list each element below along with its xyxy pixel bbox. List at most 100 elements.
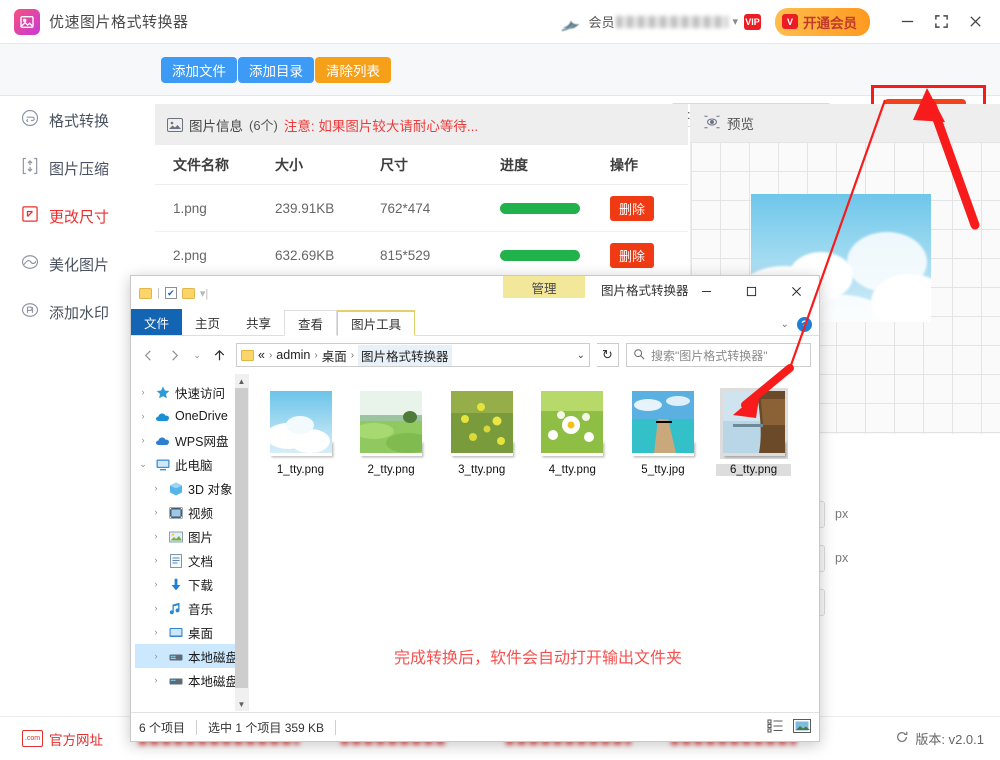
sidebar-item-compress[interactable]: 图片压缩	[0, 144, 150, 192]
tree-item-music[interactable]: › 音乐	[135, 596, 248, 620]
tree-item-downloads[interactable]: › 下载	[135, 572, 248, 596]
tab-view[interactable]: 查看	[284, 310, 337, 336]
app-toolbar: 添加文件 添加目录 清除列表 输出目录: 自定义 C:\Users\admin\…	[0, 44, 1000, 96]
table-row[interactable]: 2.png 632.69KB 815*529 删除	[155, 232, 688, 279]
list-item[interactable]: 3_tty.png	[444, 388, 519, 476]
documents-icon	[168, 553, 184, 568]
chevron-down-icon[interactable]: ▾	[732, 15, 738, 28]
expand-chevron-icon[interactable]: ›	[148, 651, 164, 661]
contextual-tab-manage[interactable]: 管理	[503, 276, 585, 298]
expand-chevron-icon[interactable]: ›	[148, 675, 164, 685]
expand-chevron-icon[interactable]: ›	[148, 579, 164, 589]
search-input[interactable]: 搜索"图片格式转换器"	[626, 343, 811, 367]
file-list-header: 图片信息 (6个) 注意: 如果图片较大请耐心等待...	[155, 104, 688, 145]
scroll-up-icon[interactable]: ▲	[235, 374, 248, 388]
table-row[interactable]: 1.png 239.91KB 762*474 删除	[155, 185, 688, 232]
height-unit: px	[835, 551, 848, 565]
folder-icon[interactable]	[182, 288, 195, 299]
expand-chevron-icon[interactable]: ›	[148, 531, 164, 541]
tree-item-this-pc[interactable]: ⌄ 此电脑	[135, 452, 248, 476]
tab-picture-tools[interactable]: 图片工具	[337, 310, 415, 336]
maximize-icon[interactable]	[729, 276, 774, 306]
close-icon[interactable]	[774, 276, 819, 306]
expand-chevron-icon[interactable]: ›	[135, 435, 151, 445]
tab-share[interactable]: 共享	[233, 309, 284, 335]
list-item[interactable]: 5_tty.jpg	[626, 388, 701, 476]
checkbox-icon[interactable]: ✔	[165, 287, 177, 299]
expand-chevron-icon[interactable]: ›	[148, 627, 164, 637]
large-icons-view-icon[interactable]	[793, 719, 811, 736]
refresh-icon[interactable]: ↻	[597, 343, 619, 367]
tree-label: 音乐	[188, 599, 213, 618]
folder-icon[interactable]	[139, 288, 152, 299]
image-info-icon	[167, 118, 183, 132]
breadcrumb-desktop[interactable]: 桌面	[322, 346, 347, 365]
sidebar-item-watermark[interactable]: 添加水印	[0, 288, 150, 336]
delete-button[interactable]: 删除	[610, 243, 654, 268]
clear-list-button[interactable]: 清除列表	[315, 57, 391, 83]
breadcrumb-current[interactable]: 图片格式转换器	[358, 345, 452, 366]
back-arrow-icon[interactable]	[139, 343, 158, 367]
nav-scrollbar[interactable]: ▲ ▼	[235, 374, 248, 711]
tab-file[interactable]: 文件	[131, 309, 182, 335]
tree-item-pictures[interactable]: › 图片	[135, 524, 248, 548]
sidebar-item-beautify[interactable]: 美化图片	[0, 240, 150, 288]
dropdown-icon[interactable]: ▾|	[200, 287, 208, 300]
collapse-chevron-icon[interactable]: ⌄	[135, 459, 151, 470]
tree-item-quick-access[interactable]: › 快速访问	[135, 380, 248, 404]
explorer-address-bar: ⌄ « › admin › 桌面 › 图片格式转换器 ⌄ ↻ 搜索"图片格式转换…	[131, 336, 819, 374]
official-site-link[interactable]: .com 官方网址	[22, 729, 103, 749]
thumbnail-wrapper	[357, 388, 425, 459]
expand-chevron-icon[interactable]: ›	[135, 411, 151, 421]
status-selection: 选中 1 个项目 359 KB	[208, 719, 324, 736]
forward-arrow-icon[interactable]	[165, 343, 184, 367]
convert-icon	[20, 108, 40, 132]
breadcrumb[interactable]: « › admin › 桌面 › 图片格式转换器 ⌄	[236, 343, 590, 367]
tree-item-wps-cloud[interactable]: › WPS网盘	[135, 428, 248, 452]
member-name-redacted	[616, 16, 728, 28]
up-arrow-icon[interactable]	[210, 343, 229, 367]
expand-chevron-icon[interactable]: ›	[135, 387, 151, 397]
minimize-icon[interactable]	[890, 0, 924, 44]
tree-item-desktop[interactable]: › 桌面	[135, 620, 248, 644]
list-item[interactable]: 4_tty.png	[535, 388, 610, 476]
sidebar-item-resize[interactable]: 更改尺寸	[0, 192, 150, 240]
expand-chevron-icon[interactable]: ›	[148, 555, 164, 565]
tree-item-3d-objects[interactable]: › 3D 对象	[135, 476, 248, 500]
thumbnail-wrapper	[629, 388, 697, 459]
breadcrumb-root[interactable]: «	[258, 348, 265, 362]
tree-item-local-disk-d[interactable]: › 本地磁盘 (	[135, 668, 248, 692]
help-icon[interactable]: ?	[797, 317, 812, 332]
fullscreen-icon[interactable]	[924, 0, 958, 44]
expand-chevron-icon[interactable]: ›	[148, 507, 164, 517]
scroll-down-icon[interactable]: ▼	[235, 697, 248, 711]
list-item[interactable]: 1_tty.png	[263, 388, 338, 476]
sidebar-item-format-convert[interactable]: 格式转换	[0, 96, 150, 144]
file-name: 2_tty.png	[354, 464, 429, 476]
tree-item-videos[interactable]: › 视频	[135, 500, 248, 524]
expand-chevron-icon[interactable]: ›	[148, 603, 164, 613]
explorer-file-area[interactable]: 1_tty.png 2_tty.png	[249, 374, 819, 711]
view-mode-buttons	[767, 719, 811, 736]
expand-chevron-icon[interactable]: ›	[148, 483, 164, 493]
add-file-button[interactable]: 添加文件	[161, 57, 237, 83]
tab-home[interactable]: 主页	[182, 309, 233, 335]
chevron-down-icon[interactable]: ⌄	[781, 319, 789, 330]
breadcrumb-user[interactable]: admin	[276, 348, 310, 362]
delete-button[interactable]: 删除	[610, 196, 654, 221]
close-icon[interactable]	[958, 0, 992, 44]
version-info[interactable]: 版本: v2.0.1	[895, 729, 984, 748]
list-item[interactable]: 2_tty.png	[354, 388, 429, 476]
file-thumbnail	[360, 441, 422, 456]
list-item[interactable]: 6_tty.png	[716, 388, 791, 476]
open-vip-button[interactable]: V 开通会员	[775, 8, 870, 36]
tree-item-local-disk-c[interactable]: › 本地磁盘 (	[135, 644, 248, 668]
tree-item-onedrive[interactable]: › OneDrive	[135, 404, 248, 428]
tree-item-documents[interactable]: › 文档	[135, 548, 248, 572]
chevron-down-icon[interactable]: ⌄	[577, 350, 585, 361]
recent-dropdown-icon[interactable]: ⌄	[191, 343, 203, 367]
minimize-icon[interactable]	[684, 276, 729, 306]
nav-scroll-thumb[interactable]	[235, 388, 248, 688]
add-directory-button[interactable]: 添加目录	[238, 57, 314, 83]
details-view-icon[interactable]	[767, 719, 784, 736]
